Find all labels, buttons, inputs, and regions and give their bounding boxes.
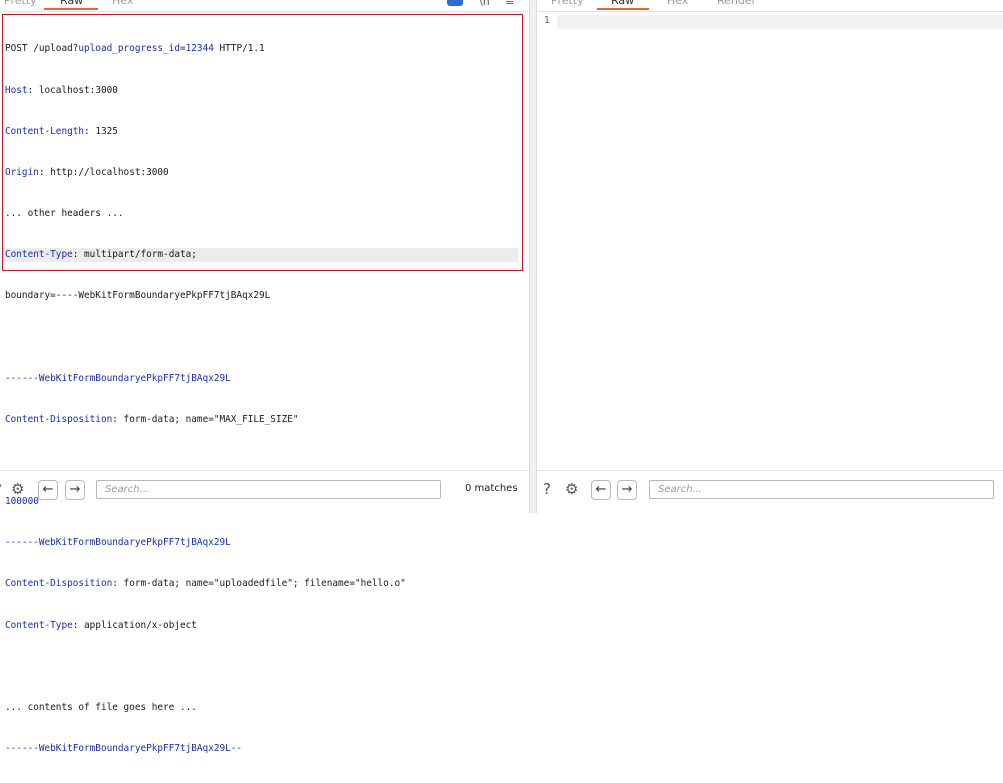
request-footer: ? ⚙ ← → 0 matches xyxy=(0,470,529,513)
next-match-button[interactable]: → xyxy=(65,480,85,500)
request-line: POST /upload?upload_progress_id=12344 HT… xyxy=(5,42,406,56)
tab-render[interactable]: Render xyxy=(717,0,756,8)
boundary-line: ------WebKitFormBoundaryePkpFF7tjBAqx29L xyxy=(5,372,231,384)
inspector-badge-icon[interactable] xyxy=(447,0,463,6)
request-editor[interactable]: POST /upload?upload_progress_id=12344 HT… xyxy=(0,12,529,754)
header-line: Content-Type: application/x-object xyxy=(5,619,197,631)
header-value: 1325 xyxy=(89,125,118,137)
search-input[interactable] xyxy=(649,480,994,499)
protocol: HTTP/1.1 xyxy=(213,43,265,55)
response-footer: ? ⚙ ← → xyxy=(537,470,1003,513)
response-tabs: Pretty Raw Hex Render xyxy=(537,0,1003,12)
header-name: Content-Disposition xyxy=(5,578,113,590)
header-name: Host xyxy=(5,84,28,96)
header-name: Content-Type xyxy=(5,249,73,261)
contents-line: ... contents of file goes here ... xyxy=(5,701,197,713)
menu-icon[interactable]: ≡ xyxy=(505,0,514,8)
tab-raw[interactable]: Raw xyxy=(611,0,634,8)
param-value: 12344 xyxy=(185,43,214,55)
pane-divider[interactable] xyxy=(529,0,537,513)
active-tab-indicator xyxy=(597,8,649,10)
header-value: form-data; name="MAX_FILE_SIZE" xyxy=(117,413,299,425)
header-value: localhost:3000 xyxy=(33,84,118,96)
header-name: Content-Type xyxy=(5,619,73,631)
header-line: Content-Type: multipart/form-data; xyxy=(5,249,197,261)
param-name: upload_progress_id xyxy=(78,43,180,55)
header-value: form-data; name="uploadedfile"; filename… xyxy=(117,578,406,590)
help-icon[interactable]: ? xyxy=(543,480,551,498)
gear-icon[interactable]: ⚙ xyxy=(11,480,24,498)
header-line: Content-Disposition: form-data; name="MA… xyxy=(5,413,299,425)
request-tabs: Pretty Raw Hex \n ≡ xyxy=(0,0,529,12)
tab-hex[interactable]: Hex xyxy=(667,0,688,8)
header-value: http://localhost:3000 xyxy=(44,166,169,178)
tab-raw[interactable]: Raw xyxy=(60,0,83,8)
other-headers-line: ... other headers ... xyxy=(5,208,124,220)
match-count: 0 matches xyxy=(465,483,518,494)
active-tab-indicator xyxy=(44,8,98,10)
end-boundary-line: ------WebKitFormBoundaryePkpFF7tjBAqx29L… xyxy=(5,743,243,755)
line-number: 1 xyxy=(544,15,550,26)
newline-toggle-icon[interactable]: \n xyxy=(479,0,490,8)
line-gutter: 1 xyxy=(537,12,557,471)
header-line: Content-Length: 1325 xyxy=(5,125,118,137)
header-line: Origin: http://localhost:3000 xyxy=(5,166,169,178)
method-path: POST /upload? xyxy=(5,43,79,55)
next-match-button[interactable]: → xyxy=(617,480,637,500)
boundary-line: ------WebKitFormBoundaryePkpFF7tjBAqx29L xyxy=(5,537,231,549)
request-text[interactable]: POST /upload?upload_progress_id=12344 HT… xyxy=(5,15,406,783)
boundary-param-line: boundary=----WebKitFormBoundaryePkpFF7tj… xyxy=(5,290,271,302)
header-name: Origin xyxy=(5,166,39,178)
header-name: Content-Disposition xyxy=(5,413,113,425)
header-line: Content-Disposition: form-data; name="up… xyxy=(5,578,406,590)
help-icon[interactable]: ? xyxy=(0,480,2,498)
header-line: Host: localhost:3000 xyxy=(5,84,118,96)
header-name: Content-Length xyxy=(5,125,85,137)
request-pane: Pretty Raw Hex \n ≡ POST /upload?upload_… xyxy=(0,0,529,754)
prev-match-button[interactable]: ← xyxy=(591,480,611,500)
header-value: application/x-object xyxy=(78,619,197,631)
response-pane: Pretty Raw Hex Render 1 ? ⚙ ← → xyxy=(537,0,1003,513)
gear-icon[interactable]: ⚙ xyxy=(565,480,578,498)
tab-pretty[interactable]: Pretty xyxy=(4,0,37,8)
current-line-highlight xyxy=(557,15,1003,29)
header-value: multipart/form-data; xyxy=(78,249,197,261)
search-input[interactable] xyxy=(96,480,441,499)
prev-match-button[interactable]: ← xyxy=(38,480,58,500)
tab-hex[interactable]: Hex xyxy=(112,0,133,8)
tab-pretty[interactable]: Pretty xyxy=(551,0,584,8)
